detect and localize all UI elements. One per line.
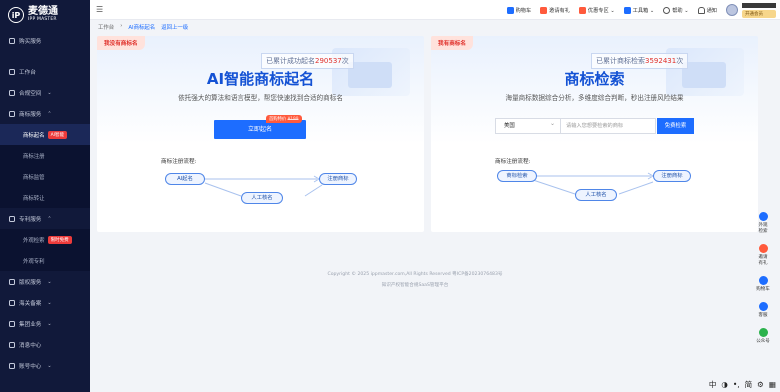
rail-design-search[interactable]: 外观 检索 [758,212,768,234]
gift-icon [540,6,548,14]
sidebar: iP 麦德通 IPP MASTER 购买服务 工作台 合规空间 ⌄ 商标服务 ⌃ 商… [0,0,90,392]
brand-logo[interactable]: iP 麦德通 IPP MASTER [0,0,90,30]
breadcrumb-home[interactable]: 工作台 [98,23,114,31]
folder-icon [9,89,15,96]
chevron-down-icon: ⌄ [47,362,52,369]
trademark-search-card: 我有商标名 已累计商标检索3592431次 商标检索 海量商标数据综合分析，多维… [431,36,758,232]
ime-keyboard-icon[interactable]: ▦ [769,380,776,389]
help-icon [663,6,671,14]
brand-name-en: IPP MASTER [28,17,57,23]
flow-node-trademark-search: 商标检索 [497,170,537,182]
rail-wechat[interactable]: 公众号 [756,328,770,344]
free-badge: 限时免费 [47,235,72,244]
copyright-icon [9,278,15,285]
footer-copyright: Copyright © 2025 ippmaster.com,All Right… [327,272,503,277]
flow-node-manual-check: 人工核名 [241,192,283,204]
rail-cart[interactable]: 购物车 [756,276,770,292]
group-icon [9,320,15,327]
flow-node-register: 注册商标 [319,173,357,185]
sidebar-item-design-patent[interactable]: 外观专利 [0,250,90,271]
breadcrumb: 工作台 › AI商标起名 返回上一级 [98,23,188,31]
topbar-toolbox-link[interactable]: 工具箱 ⌄ [623,6,654,14]
cart-icon [758,276,768,285]
sidebar-item-group[interactable]: 集团业务 ⌄ [0,313,90,334]
menu-toggle-icon[interactable]: ☰ [96,5,103,14]
ime-settings-icon[interactable]: ⚙ [757,380,764,389]
sidebar-item-workbench[interactable]: 工作台 [0,61,90,82]
sidebar-nav: 购买服务 工作台 合规空间 ⌄ 商标服务 ⌃ 商标起名 AI智能 商标注册 商标监管 … [0,30,90,376]
sidebar-item-compliance[interactable]: 合规空间 ⌄ [0,82,90,103]
sidebar-item-patent[interactable]: 专利服务 ⌃ [0,208,90,229]
flow-arrows [532,172,654,195]
chevron-up-icon: ⌃ [47,110,52,117]
customs-icon [9,299,15,306]
user-menu[interactable]: 开通会员 [742,2,776,18]
ime-simplified[interactable]: 简 [745,379,753,390]
flow-node-register: 注册商标 [653,170,691,182]
sidebar-item-messages[interactable]: 消息中心 [0,334,90,355]
avatar[interactable] [726,4,738,16]
footer-platform: 知识产权智能合规SaaS管理平台 [381,283,449,288]
top-bar: ☰ 购物车 邀请有礼 优惠专区 ⌄ 工具箱 ⌄ 帮助 ⌄ 通知 开通会员 [90,0,780,20]
redacted-username [742,2,776,8]
flow-node-manual-check: 人工核名 [575,189,617,201]
flow-node-ai-naming: AI起名 [165,173,205,185]
sidebar-item-trademark-register[interactable]: 商标注册 [0,145,90,166]
trademark-icon [9,110,15,117]
sidebar-item-trademark-naming[interactable]: 商标起名 AI智能 [0,124,90,145]
topbar-notify-link[interactable]: 通知 [697,6,717,14]
chevron-down-icon: ⌄ [47,299,52,306]
patent-icon [9,215,15,222]
sidebar-item-customs[interactable]: 海关备案 ⌄ [0,292,90,313]
topbar-cart-link[interactable]: 购物车 [506,6,531,14]
breadcrumb-current: AI商标起名 [128,25,156,31]
gift-icon [758,244,768,253]
cart-icon [9,37,15,44]
topbar-invite-link[interactable]: 邀请有礼 [540,6,570,14]
ime-halfwidth-icon[interactable]: ◑ [721,380,728,389]
ime-punct-icon[interactable]: •, [733,380,740,389]
sidebar-item-account[interactable]: 账号中心 ⌄ [0,355,90,376]
design-search-icon [758,212,768,221]
bell-icon [697,6,705,14]
chevron-up-icon: ⌃ [47,215,52,222]
topbar-coupon-link[interactable]: 优惠专区 ⌄ [578,6,615,14]
topbar-help-link[interactable]: 帮助 ⌄ [663,6,689,14]
floating-rail: 外观 检索 邀请 有礼 购物车 客服 公众号 [752,212,774,344]
message-icon [9,341,15,348]
account-icon [9,362,15,369]
chevron-down-icon: ⌄ [47,278,52,285]
breadcrumb-separator: › [120,23,123,29]
cart-icon [506,6,514,14]
desktop-icon [9,68,15,75]
back-link[interactable]: 返回上一级 [161,23,188,31]
rail-invite[interactable]: 邀请 有礼 [758,244,768,266]
sidebar-item-trademark-transfer[interactable]: 商标转让 [0,187,90,208]
brand-name-cn: 麦德通 [28,6,58,18]
service-icon [758,302,768,311]
sidebar-item-trademark[interactable]: 商标服务 ⌃ [0,103,90,124]
sidebar-item-trademark-monitor[interactable]: 商标监管 [0,166,90,187]
sidebar-item-copyright[interactable]: 版权服务 ⌄ [0,271,90,292]
ime-toolbar: 中 ◑ •, 简 ⚙ ▦ [706,379,778,390]
vip-button[interactable]: 开通会员 [742,9,776,18]
sidebar-item-buy-service[interactable]: 购买服务 [0,30,90,51]
sidebar-item-design-search[interactable]: 外观检索 限时免费 [0,229,90,250]
toolbox-icon [623,6,631,14]
chevron-down-icon: ⌄ [47,320,52,327]
wechat-icon [758,328,768,337]
logo-icon: iP [8,7,24,23]
coupon-icon [578,6,586,14]
rail-service[interactable]: 客服 [758,302,768,318]
ai-naming-card: 我没有商标名 已累计成功起名290537次 AI智能商标起名 依托强大的算法和语… [97,36,424,232]
ime-lang[interactable]: 中 [709,379,717,390]
chevron-down-icon: ⌄ [47,89,52,96]
ai-badge: AI智能 [47,130,67,139]
